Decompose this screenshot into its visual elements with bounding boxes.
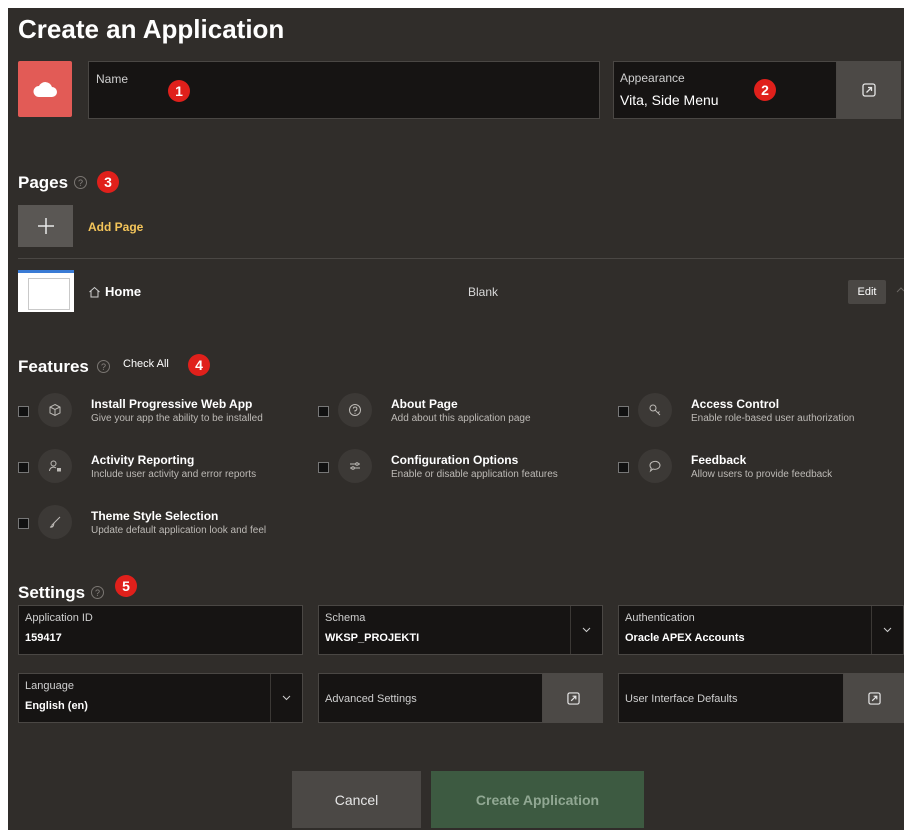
open-dialog-icon [566, 691, 580, 705]
feature-description: Give your app the ability to be installe… [91, 413, 263, 424]
feature-activity-reporting[interactable]: Activity Reporting Include user activity… [18, 447, 308, 487]
schema-label: Schema [325, 612, 366, 624]
brush-icon [38, 505, 72, 539]
name-label: Name [96, 72, 129, 86]
create-application-button[interactable]: Create Application [431, 771, 644, 828]
open-dialog-icon [862, 83, 876, 97]
feature-title: About Page [391, 397, 458, 411]
cloud-icon [33, 82, 57, 97]
feature-description: Allow users to provide feedback [691, 469, 833, 480]
feature-access-control[interactable]: Access Control Enable role-based user au… [618, 391, 904, 431]
feature-checkbox[interactable] [618, 462, 629, 473]
pages-heading: Pages [18, 173, 69, 192]
authentication-label: Authentication [625, 612, 695, 624]
feature-description: Enable or disable application features [391, 469, 558, 480]
advanced-settings-button[interactable] [543, 673, 603, 723]
feature-description: Include user activity and error reports [91, 469, 257, 480]
home-outline-icon [896, 287, 904, 293]
advanced-settings-field[interactable]: Advanced Settings [318, 673, 543, 723]
feature-theme-style-selection[interactable]: Theme Style Selection Update default app… [18, 503, 308, 543]
edit-page-button[interactable]: Edit [848, 280, 886, 304]
callout-badge-1: 1 [168, 80, 190, 102]
page-row-home[interactable]: Home [88, 284, 141, 299]
advanced-settings-label: Advanced Settings [325, 693, 417, 705]
appearance-field[interactable]: Appearance Vita, Side Menu [613, 61, 837, 119]
feature-title: Access Control [691, 397, 780, 411]
authentication-value: Oracle APEX Accounts [625, 632, 745, 644]
application-id-value: 159417 [25, 632, 62, 644]
feature-checkbox[interactable] [18, 406, 29, 417]
feature-checkbox[interactable] [618, 406, 629, 417]
home-icon [89, 286, 100, 297]
cube-icon [38, 393, 72, 427]
comment-icon [638, 449, 672, 483]
sliders-icon [338, 449, 372, 483]
appearance-value: Vita, Side Menu [620, 92, 719, 108]
appearance-label: Appearance [620, 71, 685, 85]
callout-badge-3: 3 [97, 171, 119, 193]
chevron-down-icon [570, 606, 602, 654]
feature-checkbox[interactable] [18, 518, 29, 529]
page-type: Blank [468, 285, 499, 299]
feature-title: Feedback [691, 453, 747, 467]
callout-badge-2: 2 [754, 79, 776, 101]
page-thumbnail [18, 270, 74, 312]
feature-description: Enable role-based user authorization [691, 413, 855, 424]
app-icon-picker[interactable] [18, 61, 72, 117]
application-id-label: Application ID [25, 612, 93, 624]
feature-title: Configuration Options [391, 453, 519, 467]
appearance-open-button[interactable] [837, 61, 901, 119]
schema-select[interactable]: Schema WKSP_PROJEKTI [318, 605, 603, 655]
page-name: Home [105, 284, 142, 299]
feature-description: Update default application look and feel [91, 525, 267, 536]
pages-help-icon[interactable]: ? [74, 176, 87, 189]
user-lock-icon [38, 449, 72, 483]
callout-badge-4: 4 [188, 354, 210, 376]
ui-defaults-button[interactable] [844, 673, 904, 723]
features-help-icon[interactable]: ? [97, 360, 110, 373]
schema-value: WKSP_PROJEKTI [325, 632, 420, 644]
feature-title: Theme Style Selection [91, 509, 219, 523]
application-id-field[interactable]: Application ID 159417 [18, 605, 303, 655]
check-all-link[interactable]: Check All [123, 358, 169, 370]
key-icon [638, 393, 672, 427]
cancel-button[interactable]: Cancel [292, 771, 421, 828]
language-value: English (en) [25, 700, 88, 712]
feature-checkbox[interactable] [18, 462, 29, 473]
feature-feedback[interactable]: Feedback Allow users to provide feedback [618, 447, 904, 487]
language-select[interactable]: Language English (en) [18, 673, 303, 723]
pages-divider [18, 258, 904, 259]
authentication-select[interactable]: Authentication Oracle APEX Accounts [618, 605, 904, 655]
feature-checkbox[interactable] [318, 406, 329, 417]
feature-title: Install Progressive Web App [91, 397, 253, 411]
page-title: Create an Application [18, 14, 285, 44]
feature-about-page[interactable]: About Page Add about this application pa… [318, 391, 608, 431]
language-label: Language [25, 680, 74, 692]
settings-help-icon[interactable]: ? [91, 586, 104, 599]
ui-defaults-field[interactable]: User Interface Defaults [618, 673, 844, 723]
add-page-button[interactable] [18, 205, 73, 247]
name-field[interactable]: Name [88, 61, 600, 119]
add-page-link[interactable]: Add Page [88, 220, 143, 234]
open-dialog-icon [867, 691, 881, 705]
feature-install-pwa[interactable]: Install Progressive Web App Give your ap… [18, 391, 308, 431]
feature-configuration-options[interactable]: Configuration Options Enable or disable … [318, 447, 608, 487]
features-heading: Features [18, 357, 89, 376]
feature-title: Activity Reporting [91, 453, 195, 467]
ui-defaults-label: User Interface Defaults [625, 693, 738, 705]
callout-badge-5: 5 [115, 575, 137, 597]
plus-icon [37, 218, 54, 234]
settings-heading: Settings [18, 583, 86, 602]
feature-checkbox[interactable] [318, 462, 329, 473]
chevron-down-icon [871, 606, 903, 654]
chevron-down-icon [270, 674, 302, 722]
create-application-dialog: Create an Application Name 1 Appearance … [8, 8, 904, 830]
question-icon [338, 393, 372, 427]
feature-description: Add about this application page [391, 413, 531, 424]
